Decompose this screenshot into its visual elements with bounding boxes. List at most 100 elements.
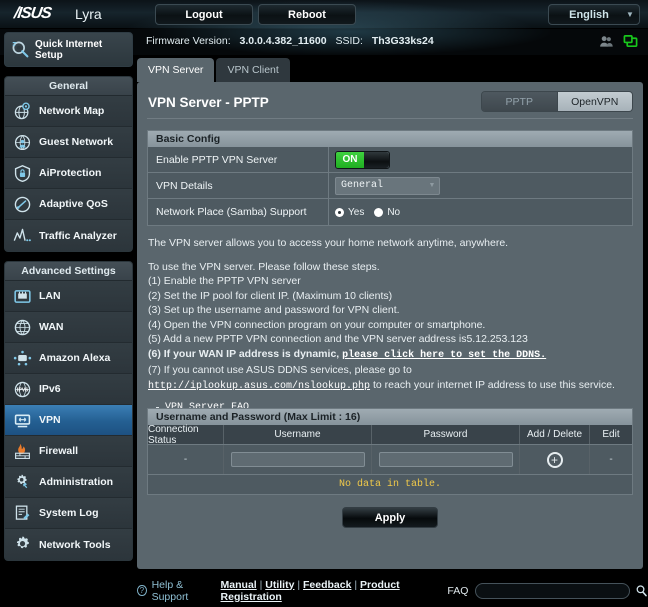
sidebar-item-guest-network[interactable]: Guest Network [5,127,132,158]
iplookup-link[interactable]: http://iplookup.asus.com/nslookup.php [148,381,370,392]
protocol-segmented-control: PPTP OpenVPN [481,91,633,112]
label-enable-pptp: Enable PPTP VPN Server [156,153,278,166]
language-label: English [569,8,609,21]
toggle-knob [364,151,389,168]
sidebar-item-firewall[interactable]: Firewall [5,436,132,467]
radio-selected-icon [335,207,344,217]
label-samba-support: Network Place (Samba) Support [156,206,307,218]
faq-search-input[interactable] [475,582,631,599]
footer-link-utility[interactable]: Utility [265,579,294,591]
sidebar-item-quick-internet-setup[interactable]: Quick Internet Setup [4,32,133,67]
segment-openvpn[interactable]: OpenVPN [556,92,632,111]
footer-link-feedback[interactable]: Feedback [303,579,351,591]
language-selector[interactable]: English ▼ [548,4,640,25]
column-add-delete: Add / Delete [520,425,590,444]
vpn-details-select[interactable]: General ▼ [335,176,440,195]
instructions-lead: To use the VPN server. Please follow the… [148,260,380,273]
network-tools-icon [16,536,29,549]
sidebar-item-vpn[interactable]: VPN [5,405,132,436]
instruction-step-6: (6) If your WAN IP address is dynamic, p… [148,347,634,364]
plus-circle-icon[interactable]: + [546,451,563,468]
user-table-header: Username and Password (Max Limit : 16) [147,408,633,425]
sidebar-item-adaptive-qos[interactable]: Adaptive QoS [5,189,132,220]
sidebar-item-administration[interactable]: Administration [5,467,132,498]
step7-prefix: (7) If you cannot use ASUS DDNS services… [148,364,412,376]
sidebar-item-aiprotection[interactable]: AiProtection [5,158,132,189]
sidebar-item-wan[interactable]: WAN [5,312,132,343]
sidebar-label-adaptive-qos: Adaptive QoS [39,198,108,210]
samba-no-label: No [387,206,401,218]
row-enable-pptp: Enable PPTP VPN Server ON [148,147,632,173]
ddns-link[interactable]: please click here to set the DDNS. [342,350,546,361]
svg-text:IPV6: IPV6 [17,387,28,393]
gear-icon [17,474,28,488]
search-icon[interactable] [635,583,648,598]
help-support-label: Help & Support [151,578,189,603]
main-panel: VPN Server - PPTP PPTP OpenVPN Basic Con… [137,82,643,569]
footer-links: Manual | Utility | Feedback | Product Re… [220,578,400,603]
sidebar-item-network-map[interactable]: Network Map [5,96,132,127]
sidebar-group-title-advanced: Advanced Settings [5,262,132,281]
enable-pptp-toggle[interactable]: ON [335,150,390,169]
radio-unselected-icon [374,207,384,217]
sidebar-item-amazon-alexa[interactable]: Amazon Alexa [5,343,132,374]
segment-pptp[interactable]: PPTP [482,92,557,111]
lan-icon [14,289,31,303]
instructions-intro: The VPN server allows you to access your… [148,237,509,249]
step6-text: (6) If your WAN IP address is dynamic, [148,347,343,360]
column-password: Password [372,425,520,444]
help-icon: ? [137,585,147,596]
sidebar-label-firewall: Firewall [39,445,79,457]
samba-yes-label: Yes [348,206,365,218]
sidebar-label-guest-network: Guest Network [39,136,114,148]
faq-label: FAQ [447,584,469,597]
reboot-button[interactable]: Reboot [258,4,356,25]
column-edit: Edit [602,429,620,440]
sidebar-label-aiprotection: AiProtection [39,167,102,179]
sidebar-item-lan[interactable]: LAN [5,281,132,312]
usb-device-icon[interactable] [623,34,638,49]
network-map-icon [14,102,30,119]
globe-icon [14,319,31,335]
instruction-step-1: (1) Enable the PPTP VPN server [148,275,301,287]
tab-bar: VPN Server VPN Client [137,58,290,82]
footer-link-manual[interactable]: Manual [221,579,257,591]
traffic-analyzer-icon [13,228,31,242]
firewall-icon [15,443,30,459]
tab-vpn-client[interactable]: VPN Client [216,58,290,82]
sidebar-label-administration: Administration [39,476,114,488]
samba-radio-no[interactable]: No [374,207,400,218]
username-input[interactable] [230,452,365,467]
asus-logo: /ISUS [12,5,53,22]
table-row: - + - [148,445,632,474]
empty-table-message: No data in table. [148,474,632,494]
router-admin-page: /ISUS Lyra Logout Reboot English ▼ Firmw… [0,0,648,607]
clients-icon[interactable] [599,34,614,49]
samba-radio-yes[interactable]: Yes [335,207,364,218]
apply-button[interactable]: Apply [342,507,438,528]
chevron-down-icon: ▼ [626,10,634,19]
quick-internet-setup-label: Quick Internet Setup [35,38,103,61]
basic-config-table: Enable PPTP VPN Server ON VPN Details Ge… [147,147,633,226]
page-title: VPN Server - PPTP [148,95,269,110]
password-input[interactable] [378,452,513,467]
user-table-head: Connection Status Username Password Add … [148,424,632,446]
firmware-version: 3.0.0.4.382_11600 [239,35,327,47]
chevron-down-icon: ▼ [428,182,436,189]
sidebar-item-network-tools[interactable]: Network Tools [5,529,132,560]
label-vpn-details: VPN Details [156,179,213,192]
instruction-step-2: (2) Set the IP pool for client IP. (Maxi… [148,289,393,302]
sidebar-item-system-log[interactable]: System Log [5,498,132,529]
logout-button[interactable]: Logout [155,4,253,25]
column-username: Username [224,425,372,444]
cell-edit: - [609,454,613,465]
sidebar-label-traffic-analyzer: Traffic Analyzer [39,229,117,242]
sidebar-item-traffic-analyzer[interactable]: Traffic Analyzer [5,220,132,251]
ssid-value: Th3G33ks24 [371,35,434,47]
shield-icon [14,164,31,182]
user-table: Connection Status Username Password Add … [147,424,633,495]
vpn-details-value: General [341,180,384,191]
sidebar-label-amazon-alexa: Amazon Alexa [39,352,111,364]
tab-vpn-server[interactable]: VPN Server [137,58,215,82]
sidebar-item-ipv6[interactable]: IPV6 IPv6 [5,374,132,405]
